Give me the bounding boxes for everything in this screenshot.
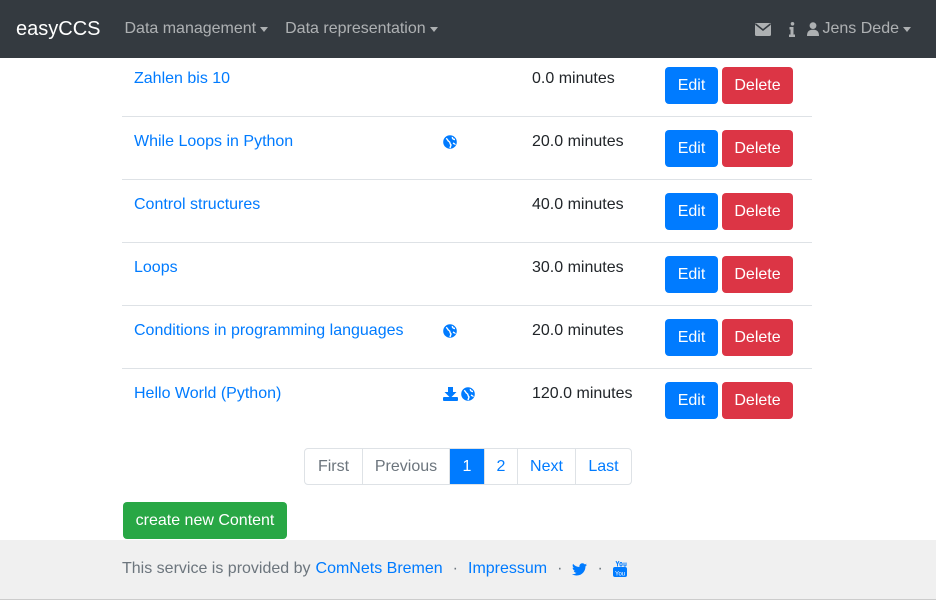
user-menu[interactable]: Jens Dede <box>806 20 911 38</box>
separator: · <box>452 560 458 577</box>
content-title-link[interactable]: Loops <box>134 259 178 277</box>
content-title-link[interactable]: Conditions in programming languages <box>134 322 404 340</box>
menu-label: Data representation <box>285 20 426 37</box>
info-icon[interactable] <box>788 21 795 37</box>
svg-text:You: You <box>615 572 625 578</box>
impressum-link[interactable]: Impressum <box>468 560 547 578</box>
page-last[interactable]: Last <box>575 449 631 484</box>
navbar: easyCCS Data management Data representat… <box>0 0 936 58</box>
content-duration: 20.0 minutes <box>532 322 624 339</box>
content-duration: 120.0 minutes <box>532 385 633 402</box>
delete-button[interactable]: Delete <box>722 256 793 293</box>
caret-down-icon <box>903 26 911 32</box>
navbar-right: Jens Dede <box>737 0 911 58</box>
edit-button[interactable]: Edit <box>665 193 718 230</box>
menu-label: Data management <box>124 20 257 37</box>
user-name: Jens Dede <box>822 20 900 37</box>
edit-button[interactable]: Edit <box>665 382 718 419</box>
comnets-link[interactable]: ComNets Bremen <box>316 560 443 578</box>
envelope-icon[interactable] <box>754 22 771 36</box>
caret-down-icon <box>260 26 269 32</box>
content-title-link[interactable]: Control structures <box>134 196 260 214</box>
download-icon[interactable] <box>443 387 458 401</box>
edit-button[interactable]: Edit <box>665 67 718 104</box>
youtube-icon[interactable]: You <box>612 561 627 578</box>
page-next[interactable]: Next <box>517 449 575 484</box>
brand-logo[interactable]: easyCCS <box>16 18 100 41</box>
globe-icon[interactable] <box>443 324 457 338</box>
user-icon <box>806 22 819 36</box>
table-row: Loops 30.0 minutes Edit Delete <box>122 243 812 306</box>
footer: This service is provided by ComNets Brem… <box>0 540 936 600</box>
table-row: While Loops in Python 20.0 minutes Edit … <box>122 117 812 180</box>
content-table: Zahlen bis 10 0.0 minutes Edit Delete Wh… <box>122 54 812 432</box>
delete-button[interactable]: Delete <box>722 193 793 230</box>
delete-button[interactable]: Delete <box>722 382 793 419</box>
create-content-button[interactable]: create new Content <box>123 502 287 539</box>
table-row: Control structures 40.0 minutes Edit Del… <box>122 180 812 243</box>
page-1[interactable]: 1 <box>449 449 484 484</box>
table-row: Hello World (Python) 120.0 minutes Edit … <box>122 369 812 432</box>
page-previous[interactable]: Previous <box>362 449 449 484</box>
edit-button[interactable]: Edit <box>665 256 718 293</box>
content-title-link[interactable]: While Loops in Python <box>134 133 293 151</box>
page-2[interactable]: 2 <box>484 449 517 484</box>
edit-button[interactable]: Edit <box>665 130 718 167</box>
caret-down-icon <box>429 26 438 32</box>
page-first[interactable]: First <box>305 449 362 484</box>
footer-text: This service is provided by <box>122 560 311 577</box>
menu-data-representation[interactable]: Data representation <box>285 20 438 38</box>
menu-data-management[interactable]: Data management <box>124 20 269 38</box>
edit-button[interactable]: Edit <box>665 319 718 356</box>
content-duration: 40.0 minutes <box>532 196 624 213</box>
globe-icon[interactable] <box>443 135 457 149</box>
content-title-link[interactable]: Zahlen bis 10 <box>134 70 230 88</box>
separator: · <box>597 560 603 577</box>
pagination: First Previous 1 2 Next Last <box>304 448 632 485</box>
globe-icon[interactable] <box>461 387 475 401</box>
content-duration: 30.0 minutes <box>532 259 624 276</box>
separator: · <box>557 560 563 577</box>
table-row: Zahlen bis 10 0.0 minutes Edit Delete <box>122 54 812 117</box>
content-duration: 20.0 minutes <box>532 133 624 150</box>
content-duration: 0.0 minutes <box>532 70 615 87</box>
table-row: Conditions in programming languages 20.0… <box>122 306 812 369</box>
content-title-link[interactable]: Hello World (Python) <box>134 385 281 403</box>
delete-button[interactable]: Delete <box>722 67 793 104</box>
delete-button[interactable]: Delete <box>722 130 793 167</box>
delete-button[interactable]: Delete <box>722 319 793 356</box>
twitter-icon[interactable] <box>572 562 588 576</box>
